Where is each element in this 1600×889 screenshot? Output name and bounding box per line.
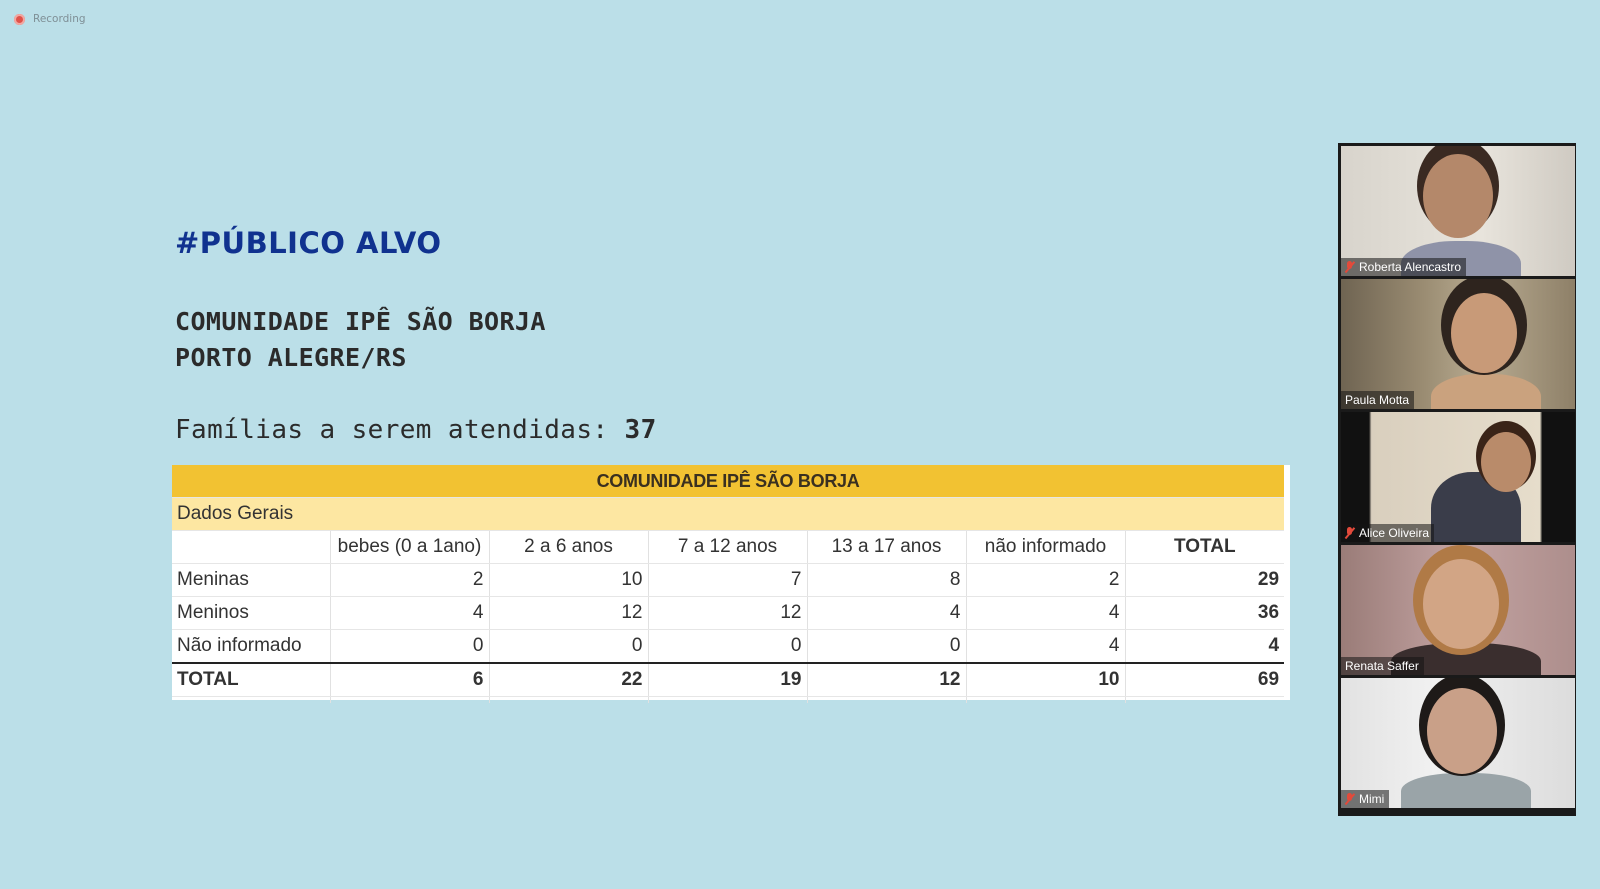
table-cell: 8	[807, 563, 967, 597]
table-total-row: TOTAL 6 22 19 12 10 69	[172, 662, 1285, 697]
participant-name-tag: Alice Oliveira	[1341, 524, 1435, 542]
meeting-window: Recording #PÚBLICO ALVO COMUNIDADE IPÊ S…	[0, 0, 1600, 889]
person-silhouette	[1481, 432, 1531, 492]
participant-gallery[interactable]: Roberta Alencastro Paula Motta Alice Oli…	[1338, 143, 1576, 816]
table-cell: 22	[489, 662, 649, 697]
table-cell: 0	[489, 629, 649, 664]
table-row: Meninas 2 10 7 8 2 29	[172, 563, 1285, 597]
participant-name: Roberta Alencastro	[1359, 260, 1462, 274]
column-header: 13 a 17 anos	[807, 530, 967, 564]
families-label: Famílias a serem atendidas:	[175, 415, 609, 445]
spacer-cell	[172, 696, 331, 703]
video-feed	[1341, 412, 1575, 542]
participant-name: Renata Saffer	[1345, 659, 1419, 673]
table-title: COMUNIDADE IPÊ SÃO BORJA	[172, 465, 1285, 498]
table-section-label: Dados Gerais	[172, 497, 1285, 531]
column-header: 2 a 6 anos	[489, 530, 649, 564]
table-cell: 4	[966, 596, 1126, 630]
column-header: 7 a 12 anos	[648, 530, 808, 564]
table-section-row: Dados Gerais	[172, 497, 1285, 531]
person-silhouette	[1423, 559, 1499, 649]
spacer-cell	[648, 696, 808, 703]
table-cell: 12	[807, 662, 967, 697]
person-silhouette	[1423, 154, 1493, 238]
mic-muted-icon	[1345, 527, 1354, 539]
person-silhouette	[1401, 773, 1531, 808]
participant-name: Paula Motta	[1345, 393, 1410, 407]
table-cell: 19	[648, 662, 808, 697]
slide-subtitle-city: PORTO ALEGRE/RS	[175, 343, 407, 372]
row-label: Meninas	[172, 563, 331, 597]
column-header: bebes (0 a 1ano)	[330, 530, 490, 564]
person-silhouette	[1431, 374, 1541, 409]
column-header-total: TOTAL	[1125, 530, 1285, 564]
participant-name-tag: Paula Motta	[1341, 391, 1415, 409]
slide-title: #PÚBLICO ALVO	[175, 226, 442, 260]
video-feed	[1341, 279, 1575, 409]
column-header	[172, 530, 331, 564]
spacer-cell	[489, 696, 649, 703]
video-tile-paula[interactable]: Paula Motta	[1341, 279, 1575, 409]
table-cell: 2	[966, 563, 1126, 597]
participant-name-tag: Mimi	[1341, 790, 1390, 808]
column-header: não informado	[966, 530, 1126, 564]
spacer-cell	[807, 696, 967, 703]
row-label: Não informado	[172, 629, 331, 664]
families-value: 37	[624, 415, 657, 445]
table-cell: 4	[330, 596, 490, 630]
table-row: Não informado 0 0 0 0 4 4	[172, 629, 1285, 664]
table-cell: 0	[807, 629, 967, 664]
participant-name: Mimi	[1359, 792, 1385, 806]
row-label: TOTAL	[172, 662, 331, 697]
video-feed	[1341, 545, 1575, 675]
table-spacer-row	[172, 696, 1284, 704]
table-cell: 4	[966, 629, 1126, 664]
row-label: Meninos	[172, 596, 331, 630]
video-tile-roberta[interactable]: Roberta Alencastro	[1341, 146, 1575, 276]
person-silhouette	[1427, 688, 1497, 774]
spacer-cell	[1125, 697, 1284, 704]
data-table-container: COMUNIDADE IPÊ SÃO BORJA Dados Gerais be…	[172, 465, 1290, 704]
mic-muted-icon	[1345, 793, 1354, 805]
table-header-row: bebes (0 a 1ano) 2 a 6 anos 7 a 12 anos …	[172, 530, 1285, 564]
video-tile-alice[interactable]: Alice Oliveira	[1341, 412, 1575, 542]
table-cell: 10	[966, 662, 1126, 697]
table-cell: 0	[648, 629, 808, 664]
data-table: COMUNIDADE IPÊ SÃO BORJA Dados Gerais be…	[172, 465, 1285, 704]
slide-subtitle-community: COMUNIDADE IPÊ SÃO BORJA	[175, 307, 546, 336]
table-cell: 12	[648, 596, 808, 630]
table-title-row: COMUNIDADE IPÊ SÃO BORJA	[172, 465, 1285, 498]
video-tile-renata[interactable]: Renata Saffer	[1341, 545, 1575, 675]
table-cell-total: 4	[1125, 629, 1285, 664]
participant-name-tag: Roberta Alencastro	[1341, 258, 1467, 276]
table-row: Meninos 4 12 12 4 4 36	[172, 596, 1285, 630]
video-feed	[1341, 678, 1575, 808]
video-tile-mimi[interactable]: Mimi	[1341, 678, 1575, 808]
table-cell: 2	[330, 563, 490, 597]
recording-label: Recording	[33, 13, 86, 25]
spacer-cell	[330, 696, 490, 703]
video-feed	[1341, 146, 1575, 276]
table-cell-total: 29	[1125, 563, 1285, 597]
table-cell: 10	[489, 563, 649, 597]
participant-name: Alice Oliveira	[1359, 526, 1430, 540]
record-dot-icon	[14, 13, 25, 25]
table-cell: 4	[807, 596, 967, 630]
families-line: Famílias a serem atendidas: 37	[175, 415, 657, 445]
table-cell-total: 36	[1125, 596, 1285, 630]
table-cell: 12	[489, 596, 649, 630]
table-cell: 7	[648, 563, 808, 597]
mic-muted-icon	[1345, 261, 1354, 273]
table-cell-total: 69	[1125, 662, 1285, 697]
person-silhouette	[1451, 293, 1517, 373]
table-cell: 0	[330, 629, 490, 664]
recording-indicator[interactable]: Recording	[14, 13, 86, 25]
participant-name-tag: Renata Saffer	[1341, 657, 1424, 675]
table-cell: 6	[330, 662, 490, 697]
spacer-cell	[966, 696, 1126, 703]
